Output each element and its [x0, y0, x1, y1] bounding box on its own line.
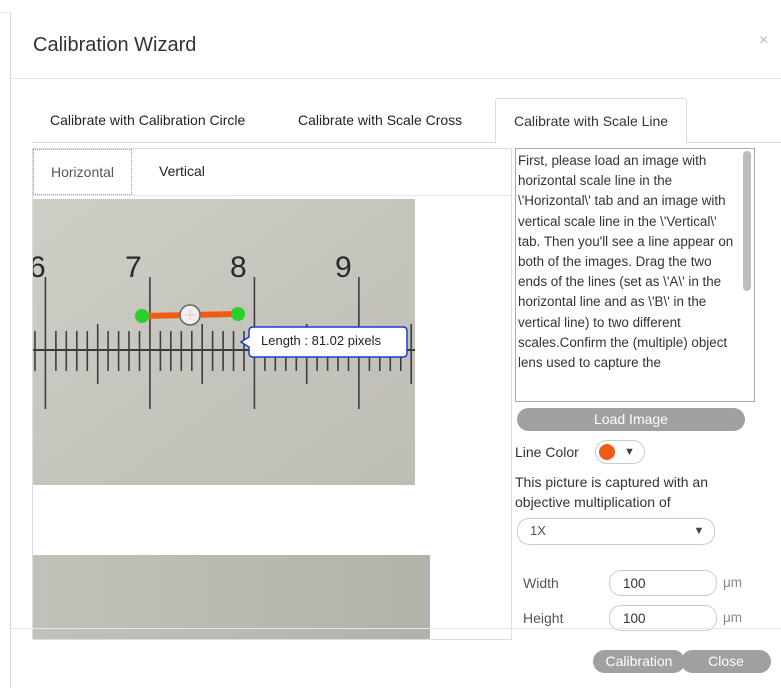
help-text: First, please load an image with horizon… [518, 153, 737, 371]
tab-scale-cross[interactable]: Calibrate with Scale Cross [298, 98, 462, 142]
calibration-wizard-dialog: Calibration Wizard × Calibrate with Cali… [10, 12, 781, 688]
dialog-title: Calibration Wizard [33, 34, 197, 56]
scale-number-9: 9 [335, 251, 352, 284]
close-button[interactable]: Close [681, 650, 771, 673]
scale-number-7: 7 [125, 251, 142, 284]
tab-scale-line[interactable]: Calibrate with Scale Line [495, 98, 688, 144]
objective-select[interactable]: 1X ▼ [517, 518, 715, 545]
image-pane: Horizontal Vertical 6 7 8 9 [32, 148, 512, 640]
tab-calibration-circle[interactable]: Calibrate with Calibration Circle [50, 98, 245, 142]
width-value: 100 [623, 576, 646, 591]
subtab-horizontal[interactable]: Horizontal [33, 149, 133, 195]
width-input[interactable]: 100 [609, 570, 717, 596]
objective-description: This picture is captured with an objecti… [515, 474, 708, 510]
help-text-box[interactable]: First, please load an image with horizon… [515, 148, 755, 402]
line-color-label: Line Color [515, 444, 579, 460]
height-value: 100 [623, 611, 646, 626]
footer-divider [11, 628, 781, 629]
help-scrollbar[interactable] [743, 151, 751, 291]
chevron-down-icon: ▼ [624, 446, 635, 458]
scale-number-8: 8 [230, 251, 247, 284]
line-color-picker[interactable]: ▼ [595, 440, 645, 464]
length-tooltip: Length : 81.02 pixels [239, 325, 409, 359]
load-image-button[interactable]: Load Image [517, 408, 745, 431]
chevron-down-icon: ▼ [693, 525, 705, 537]
tab-bar: Calibrate with Calibration Circle Calibr… [32, 98, 781, 144]
close-icon[interactable]: × [759, 32, 768, 50]
header-divider [11, 78, 781, 79]
objective-selected-value: 1X [530, 523, 546, 538]
width-label: Width [523, 575, 559, 591]
length-tooltip-text: Length : 81.02 pixels [261, 333, 381, 348]
scale-number-6: 6 [33, 251, 46, 284]
endpoint-handle-b[interactable] [231, 307, 245, 321]
height-unit: μm [723, 610, 743, 625]
subtab-vertical[interactable]: Vertical [159, 149, 205, 193]
line-color-swatch [599, 444, 615, 460]
width-unit: μm [723, 575, 743, 590]
orientation-tabs: Horizontal Vertical [33, 149, 511, 196]
endpoint-handle-a[interactable] [135, 309, 149, 323]
horizontal-scale-image: 6 7 8 9 Length : 81.02 pixels [33, 199, 415, 485]
calibration-button[interactable]: Calibration [593, 650, 685, 673]
height-label: Height [523, 610, 564, 626]
